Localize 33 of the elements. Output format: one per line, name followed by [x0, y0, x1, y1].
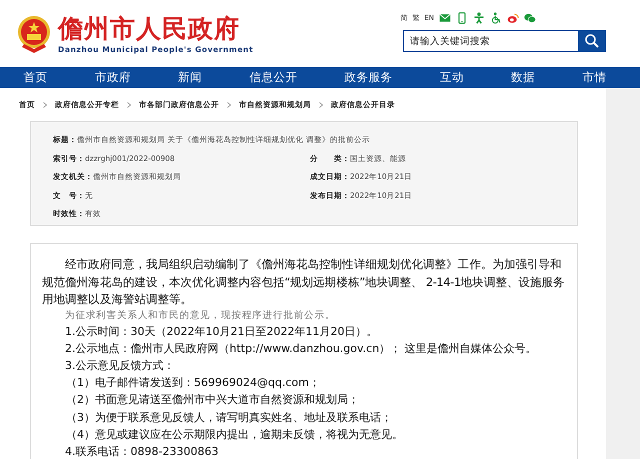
nav-link[interactable]: 政务服务 — [344, 70, 393, 85]
search-button[interactable] — [578, 30, 606, 52]
emblem-icon — [16, 14, 52, 54]
list-item: 4.联系电话：0898-23300863 — [64, 444, 220, 459]
mail-icon[interactable] — [439, 12, 451, 24]
list-item: 1.公示时间：30天（2022年10月21日至2022年11月20日）。 — [64, 324, 378, 340]
nav-link[interactable]: 市情 — [582, 70, 606, 85]
sub-item: （1）电子邮件请发送到：569969024@qq.com； — [65, 375, 321, 392]
paragraph: 经市政府同意，我局组织启动编制了《儋州海花岛控制性详细规划优化调整》工作。为加强引导和规范儋州海花岛的建设，本次优化调整内容包括“规划远期楼栋”地块调整、 2-14-1地块调整、设施服务用地调整以及海警站调整等。 — [42, 256, 566, 308]
person-icon[interactable] — [473, 12, 485, 24]
wheelchair-icon[interactable] — [490, 12, 502, 24]
nav-link[interactable]: 首页 — [24, 70, 48, 85]
search-icon — [584, 33, 600, 49]
nav-link[interactable]: 信息公开 — [249, 70, 298, 85]
weibo-icon[interactable] — [507, 12, 519, 24]
chevron-icon — [227, 102, 231, 108]
nav-link[interactable]: 市政府 — [94, 70, 131, 85]
nav-link[interactable]: 互动 — [440, 70, 464, 85]
wechat-icon[interactable] — [524, 12, 536, 24]
note-text: 为征求利害关系人和市民的意见，现按程序进行批前公示。 — [64, 308, 336, 322]
sub-item: （3）为便于联系意见反馈人，请写明真实姓名、地址及联系电话； — [65, 410, 393, 426]
chevron-icon — [319, 102, 323, 108]
list-item: 2.公示地点：儋州市人民政府网（http://www.danzhou.gov.cn）； 这里是儋州自媒体公众号。 — [64, 340, 538, 357]
site-title: 儋州市人民政府 — [58, 15, 241, 43]
chevron-icon — [127, 102, 131, 108]
mobile-phone-icon[interactable] — [456, 12, 468, 24]
nav-link[interactable]: 新闻 — [178, 70, 202, 85]
search-field[interactable]: 请输入关键词搜索 — [403, 30, 578, 52]
chevron-icon — [43, 102, 47, 108]
sub-item: （2）书面意见请送至儋州市中兴大道市自然资源和规划局； — [65, 392, 360, 408]
list-item: 3.公示意见反馈方式： — [64, 358, 176, 374]
nav-link[interactable]: 数据 — [511, 70, 536, 85]
sub-item: （4）意见或建议应在公示期限内提出，逾期未反馈，将视为无意见。 — [65, 426, 404, 443]
